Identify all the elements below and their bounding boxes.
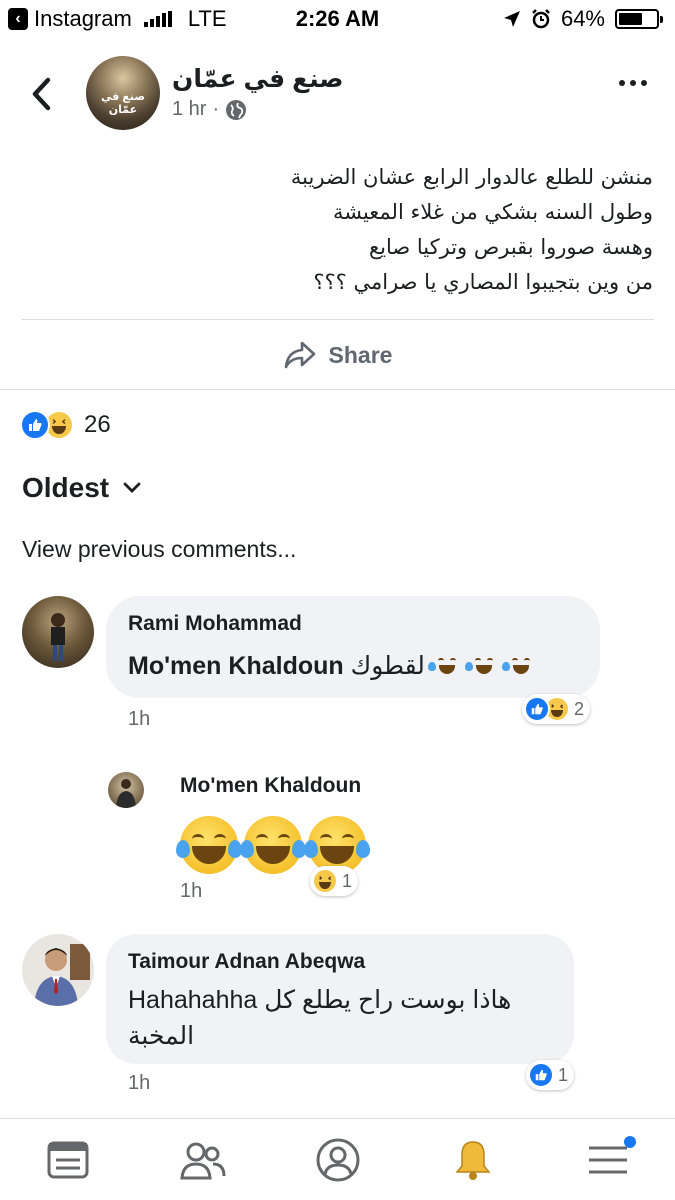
more-options-button[interactable] bbox=[619, 80, 647, 86]
bottom-tab-bar bbox=[0, 1118, 675, 1200]
tab-notifications[interactable] bbox=[433, 1130, 513, 1190]
comment-reaction-count: 1 bbox=[342, 870, 353, 891]
tab-friends[interactable] bbox=[163, 1130, 243, 1190]
avatar[interactable] bbox=[22, 596, 94, 668]
like-reaction-icon bbox=[524, 696, 550, 722]
comment-reactions[interactable]: 1 bbox=[310, 866, 359, 896]
post-text-line: وهسة صوروا بقبرص وتركيا صايع bbox=[368, 235, 653, 259]
share-button[interactable]: Share bbox=[0, 322, 675, 388]
reactions-count: 26 bbox=[84, 411, 111, 438]
sort-label: Oldest bbox=[22, 472, 110, 503]
status-bar: ‹ Instagram LTE 2:26 AM 64% bbox=[0, 0, 675, 40]
divider bbox=[0, 389, 675, 390]
post-time: 1 hr bbox=[172, 98, 207, 120]
menu-notification-dot bbox=[623, 1135, 636, 1148]
laughing-tears-emoji-icon bbox=[464, 649, 499, 679]
post-text-line: وطول السنه بشكي من غلاء المعيشة bbox=[332, 200, 653, 224]
like-reaction-icon bbox=[528, 1062, 554, 1088]
comment-reactions[interactable]: 1 bbox=[526, 1060, 575, 1090]
alarm-clock-icon bbox=[532, 9, 550, 29]
meta-separator: · bbox=[212, 98, 220, 120]
share-arrow-icon bbox=[284, 341, 315, 369]
reactions-summary[interactable]: 26 bbox=[20, 410, 111, 440]
comment-author[interactable]: Mo'men Khaldoun bbox=[180, 774, 361, 798]
divider bbox=[22, 319, 654, 320]
news-feed-icon bbox=[47, 1141, 88, 1178]
share-label: Share bbox=[328, 341, 393, 368]
page-name[interactable]: صنع في عمّان bbox=[172, 64, 344, 94]
post-text-line: من وين بتجيبوا المصاري يا صرامي ؟؟؟ bbox=[313, 270, 653, 294]
battery-icon bbox=[615, 9, 663, 29]
menu-icon bbox=[588, 1146, 627, 1173]
back-button[interactable] bbox=[26, 74, 56, 114]
laughing-tears-emoji-icon bbox=[176, 816, 242, 874]
comment-text: Hahahahha هاذا بوست راح يطلع كل المخبة bbox=[128, 986, 512, 1050]
comment-time: 1h bbox=[128, 708, 151, 730]
comment-time: 1h bbox=[180, 880, 203, 902]
avatar[interactable] bbox=[108, 772, 144, 808]
comment-reaction-count: 2 bbox=[574, 698, 585, 719]
laughing-tears-emoji-icon bbox=[501, 649, 536, 679]
chevron-left-icon bbox=[32, 77, 51, 111]
friends-icon bbox=[179, 1142, 225, 1179]
notifications-bell-icon bbox=[454, 1140, 491, 1180]
comment-text: Mo'men Khaldoun لقطوك bbox=[128, 648, 536, 684]
laughing-tears-emoji-icon bbox=[427, 649, 462, 679]
globe-icon bbox=[226, 99, 247, 120]
comment-author[interactable]: Rami Mohammad bbox=[128, 612, 302, 636]
tab-menu[interactable] bbox=[568, 1130, 648, 1190]
comment-reactions[interactable]: 2 bbox=[522, 694, 591, 724]
avatar[interactable] bbox=[22, 934, 94, 1006]
comment-sort-dropdown[interactable]: Oldest bbox=[22, 472, 141, 504]
page-avatar[interactable]: صنع في عمّان bbox=[86, 56, 160, 130]
battery-percent: 64% bbox=[560, 6, 605, 31]
mention-link[interactable]: Mo'men Khaldoun bbox=[128, 652, 344, 680]
like-reaction-icon bbox=[20, 410, 50, 440]
comment-author[interactable]: Taimour Adnan Abeqwa bbox=[128, 950, 365, 974]
post-text: منشن للطلع عالدوار الرابع عشان الضريبة و… bbox=[33, 160, 653, 300]
haha-reaction-icon bbox=[312, 868, 338, 894]
comment-reaction-count: 1 bbox=[558, 1064, 569, 1085]
location-arrow-icon bbox=[503, 11, 520, 27]
laughing-tears-emoji-icon bbox=[240, 816, 306, 874]
post-meta: 1 hr · bbox=[172, 98, 247, 121]
comment-text-body: لقطوك bbox=[350, 652, 425, 680]
tab-profile[interactable] bbox=[298, 1130, 378, 1190]
post-text-line: منشن للطلع عالدوار الرابع عشان الضريبة bbox=[290, 165, 653, 189]
post-header: صنع في عمّان صنع في عمّان 1 hr · bbox=[0, 52, 675, 142]
profile-icon bbox=[316, 1138, 359, 1181]
tab-news-feed[interactable] bbox=[28, 1130, 108, 1190]
view-previous-comments-link[interactable]: View previous comments... bbox=[22, 536, 296, 563]
comment-time: 1h bbox=[128, 1072, 151, 1094]
page-avatar-logo-text: صنع في عمّان bbox=[100, 91, 146, 116]
chevron-down-icon bbox=[123, 482, 141, 493]
